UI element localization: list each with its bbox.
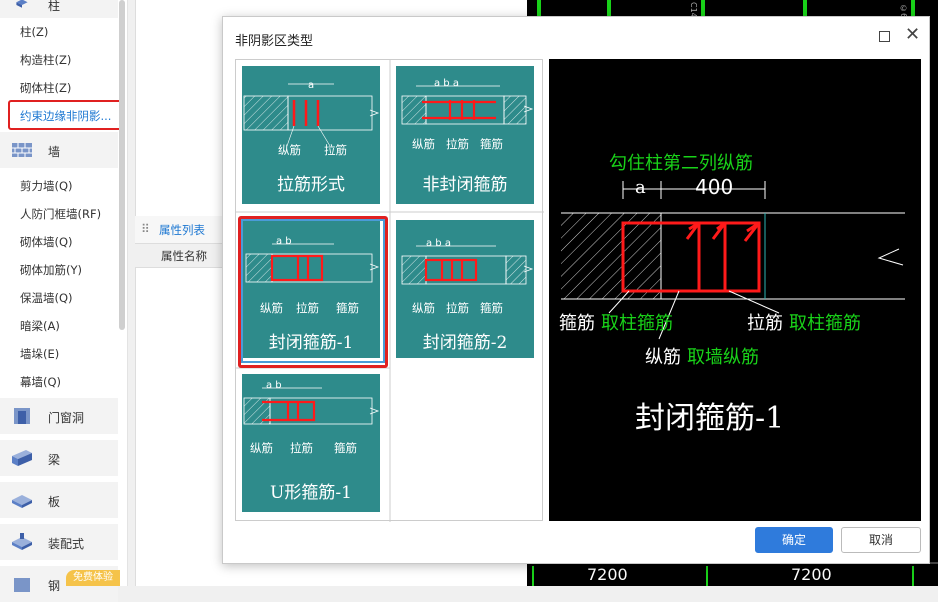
- label-longitudinal: 纵筋: [250, 441, 273, 455]
- sidebar-cat-door-window[interactable]: 门窗洞: [0, 398, 118, 434]
- drag-handle-icon[interactable]: ⠿: [141, 222, 150, 236]
- wall-icon: [12, 143, 32, 157]
- non-shadow-type-dialog: 非阴影区类型 ✕ a 纵筋 拉筋 拉筋形式 a b a 纵筋 拉筋 箍筋 非封闭…: [222, 16, 930, 564]
- preview-longitudinal-label: 纵筋: [645, 347, 681, 368]
- column-icon: [16, 0, 28, 8]
- sidebar-item-constructional-column[interactable]: 构造柱(Z): [20, 52, 71, 68]
- sidebar-cat-prefab[interactable]: 装配式: [0, 524, 118, 560]
- label-stirrup: 箍筋: [334, 441, 357, 455]
- label-tie: 拉筋: [446, 137, 469, 151]
- component-sidebar: 柱 柱(Z) 构造柱(Z) 砌体柱(Z) 约束边缘非阴影... 墙 剪力墙(Q)…: [0, 0, 128, 602]
- option-caption: 非封闭箍筋: [422, 175, 508, 195]
- preview-dim-b: 400: [695, 175, 734, 199]
- sidebar-item-column[interactable]: 柱(Z): [20, 24, 48, 40]
- preview-tie-source: 取柱箍筋: [789, 313, 861, 334]
- sidebar-cat-label: 柱: [48, 0, 61, 13]
- sidebar-item-wall-pier[interactable]: 墙垛(E): [20, 346, 59, 362]
- preview-top-note: 勾住柱第二列纵筋: [609, 153, 753, 174]
- door-window-icon: [14, 408, 30, 424]
- dim-label: a b a: [426, 238, 451, 249]
- preview-tie-label: 拉筋: [747, 313, 783, 334]
- label-tie: 拉筋: [446, 301, 469, 315]
- sidebar-item-civil-defense-wall[interactable]: 人防门框墙(RF): [20, 206, 101, 222]
- sidebar-cat-column[interactable]: 柱: [0, 0, 118, 18]
- close-icon[interactable]: ✕: [905, 25, 920, 45]
- sidebar-cat-label: 梁: [48, 453, 61, 467]
- option-caption: 拉筋形式: [277, 175, 345, 195]
- option-caption: U形箍筋-1: [270, 483, 352, 503]
- sidebar-item-shear-wall[interactable]: 剪力墙(Q): [20, 178, 73, 194]
- sidebar-cat-label: 板: [48, 495, 61, 509]
- label-longitudinal: 纵筋: [412, 137, 435, 151]
- column-header-name: 属性名称: [161, 249, 207, 263]
- label-stirrup: 箍筋: [480, 301, 503, 315]
- free-trial-badge[interactable]: 免费体验: [66, 570, 120, 586]
- sidebar-item-masonry-wall[interactable]: 砌体墙(Q): [20, 234, 73, 250]
- label-tie: 拉筋: [290, 441, 313, 455]
- preview-diagram: [561, 181, 905, 340]
- sidebar-cat-label: 墙: [48, 145, 61, 159]
- sidebar-cat-beam[interactable]: 梁: [0, 440, 118, 476]
- preview-title: 封闭箍筋-1: [635, 401, 785, 436]
- preview-longitudinal-source: 取墙纵筋: [687, 347, 759, 368]
- sidebar-item-constraint-edge[interactable]: 约束边缘非阴影...: [8, 100, 122, 130]
- tab-property-list[interactable]: 属性列表: [159, 222, 205, 238]
- preview-stirrup-label: 箍筋: [559, 313, 595, 334]
- beam-icon: [12, 450, 32, 466]
- option-u-stirrup-1[interactable]: a b 纵筋 拉筋 箍筋 U形箍筋-1: [242, 374, 380, 512]
- cad-dimension-left: 7200: [587, 565, 628, 584]
- cancel-button[interactable]: 取消: [841, 527, 921, 553]
- type-preview: 勾住柱第二列纵筋 a 400 箍筋 取柱箍筋 拉筋 取柱箍筋 纵筋 取墙纵筋 封…: [549, 59, 921, 521]
- preview-dim-a: a: [635, 177, 646, 198]
- slab-icon: [12, 495, 32, 508]
- sidebar-scrollbar[interactable]: [119, 0, 125, 330]
- label-longitudinal: 纵筋: [412, 301, 435, 315]
- dim-label: a b a: [434, 78, 459, 89]
- svg-text:a: a: [308, 80, 314, 91]
- sidebar-item-insulation-wall[interactable]: 保温墙(Q): [20, 290, 73, 306]
- option-closed-stirrup-2[interactable]: a b a 纵筋 拉筋 箍筋 封闭箍筋-2: [396, 220, 534, 358]
- label-tie: 拉筋: [324, 143, 347, 157]
- option-open-stirrup[interactable]: a b a 纵筋 拉筋 箍筋 非封闭箍筋: [396, 66, 534, 204]
- sidebar-item-curtain-wall[interactable]: 幕墙(Q): [20, 374, 61, 390]
- dialog-title: 非阴影区类型: [235, 34, 314, 49]
- dim-label: a b: [266, 380, 282, 391]
- sidebar-cat-label: 门窗洞: [48, 411, 85, 425]
- selected-option-focus: [241, 219, 385, 363]
- preview-stirrup-source: 取柱箍筋: [601, 313, 673, 334]
- type-option-grid: a 纵筋 拉筋 拉筋形式 a b a 纵筋 拉筋 箍筋 非封闭箍筋 a b 纵筋…: [235, 59, 544, 522]
- steel-icon: [14, 578, 30, 592]
- label-longitudinal: 纵筋: [278, 143, 301, 157]
- option-caption: 封闭箍筋-2: [422, 333, 508, 353]
- prefab-icon: [12, 533, 32, 550]
- option-tie-form[interactable]: a 纵筋 拉筋 拉筋形式: [242, 66, 380, 204]
- cad-dimension-right: 7200: [791, 565, 832, 584]
- sidebar-item-hidden-beam[interactable]: 暗梁(A): [20, 318, 60, 334]
- sidebar-cat-label: 装配式: [48, 537, 85, 551]
- label-stirrup: 箍筋: [480, 137, 503, 151]
- ok-button[interactable]: 确定: [755, 527, 833, 553]
- sidebar-item-masonry-column[interactable]: 砌体柱(Z): [20, 80, 71, 96]
- sidebar-selected-label: 约束边缘非阴影...: [20, 109, 112, 123]
- maximize-icon[interactable]: [879, 31, 890, 42]
- sidebar-cat-slab[interactable]: 板: [0, 482, 118, 518]
- sidebar-item-masonry-rebar[interactable]: 砌体加筋(Y): [20, 262, 82, 278]
- sidebar-cat-wall[interactable]: 墙: [0, 132, 118, 168]
